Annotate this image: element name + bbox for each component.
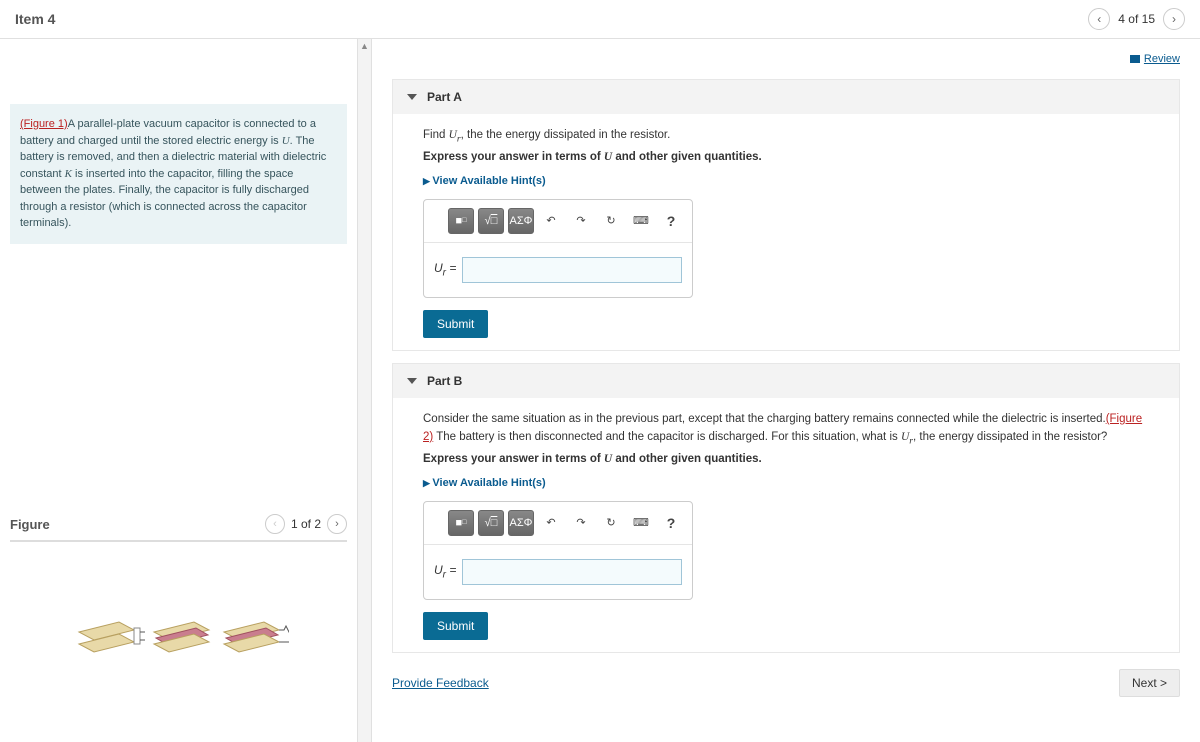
part-a-submit-button[interactable]: Submit xyxy=(423,310,488,338)
template-button[interactable]: ■□ xyxy=(448,208,474,234)
page-title: Item 4 xyxy=(15,11,55,27)
part-b-prompt: Consider the same situation as in the pr… xyxy=(423,410,1149,449)
part-b-answer-box: ■□ √□ ΑΣΦ ↶ ↷ ↻ ⌨ ? Ur = xyxy=(423,501,693,600)
answer-label: Ur = xyxy=(434,261,456,278)
part-a-header[interactable]: Part A xyxy=(393,80,1179,114)
prev-item-button[interactable]: ‹ xyxy=(1088,8,1110,30)
help-button[interactable]: ? xyxy=(658,208,684,234)
greek-button[interactable]: ΑΣΦ xyxy=(508,208,534,234)
figure-heading: Figure xyxy=(10,517,50,532)
part-b-instructions: Express your answer in terms of U and ot… xyxy=(423,453,1149,465)
problem-statement: (Figure 1)A parallel-plate vacuum capaci… xyxy=(10,104,347,244)
caret-down-icon xyxy=(407,378,417,384)
greek-button[interactable]: ΑΣΦ xyxy=(508,510,534,536)
keyboard-button[interactable]: ⌨ xyxy=(628,208,654,234)
part-b-answer-input[interactable] xyxy=(462,559,682,585)
figure-image xyxy=(10,542,347,732)
figure-next-button[interactable]: › xyxy=(327,514,347,534)
part-a-answer-input[interactable] xyxy=(462,257,682,283)
undo-button[interactable]: ↶ xyxy=(538,208,564,234)
redo-button[interactable]: ↷ xyxy=(568,208,594,234)
figure-1-link[interactable]: (Figure 1) xyxy=(20,118,68,130)
figure-prev-button[interactable]: ‹ xyxy=(265,514,285,534)
reset-button[interactable]: ↻ xyxy=(598,510,624,536)
part-a-prompt: Find Ur, the the energy dissipated in th… xyxy=(423,126,1149,147)
undo-button[interactable]: ↶ xyxy=(538,510,564,536)
reset-button[interactable]: ↻ xyxy=(598,208,624,234)
part-b-hints-toggle[interactable]: View Available Hint(s) xyxy=(423,477,546,489)
item-position: 4 of 15 xyxy=(1118,12,1155,26)
next-button[interactable]: Next > xyxy=(1119,669,1180,697)
redo-button[interactable]: ↷ xyxy=(568,510,594,536)
review-link[interactable]: Review xyxy=(1130,53,1180,65)
template-button[interactable]: ■□ xyxy=(448,510,474,536)
figure-position: 1 of 2 xyxy=(291,517,321,531)
left-scrollbar[interactable]: ▲ xyxy=(358,39,372,742)
next-item-button[interactable]: › xyxy=(1163,8,1185,30)
caret-down-icon xyxy=(407,94,417,100)
part-a-hints-toggle[interactable]: View Available Hint(s) xyxy=(423,175,546,187)
part-b-header[interactable]: Part B xyxy=(393,364,1179,398)
help-button[interactable]: ? xyxy=(658,510,684,536)
sqrt-button[interactable]: √□ xyxy=(478,510,504,536)
part-a-answer-box: ■□ √□ ΑΣΦ ↶ ↷ ↻ ⌨ ? Ur = xyxy=(423,199,693,298)
part-b-submit-button[interactable]: Submit xyxy=(423,612,488,640)
provide-feedback-link[interactable]: Provide Feedback xyxy=(392,676,489,690)
sqrt-button[interactable]: √□ xyxy=(478,208,504,234)
part-a-instructions: Express your answer in terms of U and ot… xyxy=(423,151,1149,163)
scroll-up-icon: ▲ xyxy=(358,39,371,53)
answer-label: Ur = xyxy=(434,563,456,580)
keyboard-button[interactable]: ⌨ xyxy=(628,510,654,536)
review-icon xyxy=(1130,55,1140,63)
